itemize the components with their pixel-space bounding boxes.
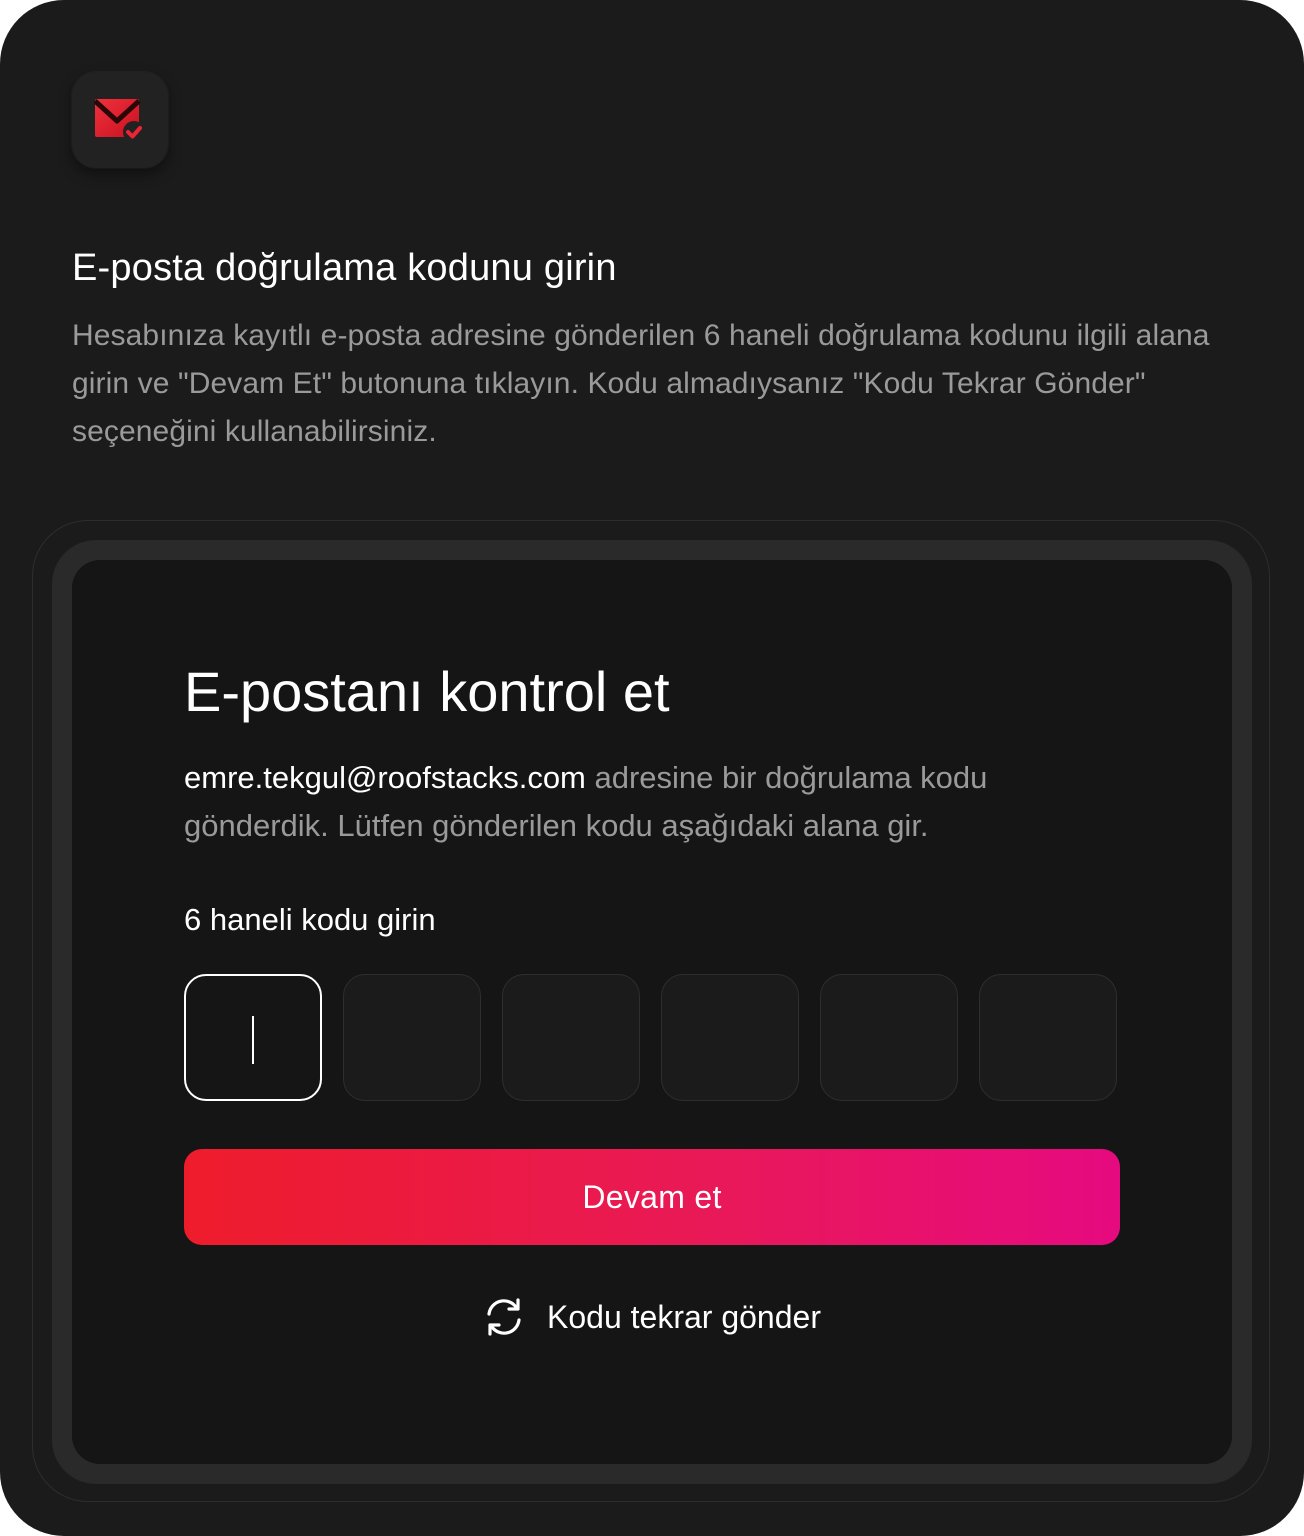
resend-code-link[interactable]: Kodu tekrar gönder bbox=[184, 1297, 1120, 1337]
code-digit-input-4[interactable] bbox=[661, 974, 799, 1101]
code-digit-input-5[interactable] bbox=[820, 974, 958, 1101]
code-input-group bbox=[184, 974, 1120, 1101]
page-description: Hesabınıza kayıtlı e-posta adresine gönd… bbox=[72, 319, 1210, 448]
text-caret bbox=[252, 1016, 254, 1064]
email-address: emre.tekgul@roofstacks.com bbox=[184, 760, 586, 795]
code-digit-input-6[interactable] bbox=[979, 974, 1117, 1101]
verification-form: E-postanı kontrol et emre.tekgul@roofsta… bbox=[184, 650, 1120, 1337]
continue-button[interactable]: Devam et bbox=[184, 1149, 1120, 1245]
resend-code-label: Kodu tekrar gönder bbox=[547, 1299, 821, 1335]
code-digit-input-1[interactable] bbox=[184, 974, 322, 1101]
mail-check-icon bbox=[94, 97, 146, 143]
refresh-icon bbox=[483, 1298, 525, 1336]
app-icon-tile bbox=[72, 72, 168, 168]
form-title: E-postanı kontrol et bbox=[184, 660, 670, 723]
verification-card: E-posta doğrulama kodunu girin Hesabınız… bbox=[0, 0, 1304, 1536]
code-label: 6 haneli kodu girin bbox=[184, 902, 436, 937]
info-text: emre.tekgul@roofstacks.com adresine bir … bbox=[184, 754, 1120, 850]
code-digit-input-2[interactable] bbox=[343, 974, 481, 1101]
page-title: E-posta doğrulama kodunu girin bbox=[72, 247, 617, 289]
code-digit-input-3[interactable] bbox=[502, 974, 640, 1101]
